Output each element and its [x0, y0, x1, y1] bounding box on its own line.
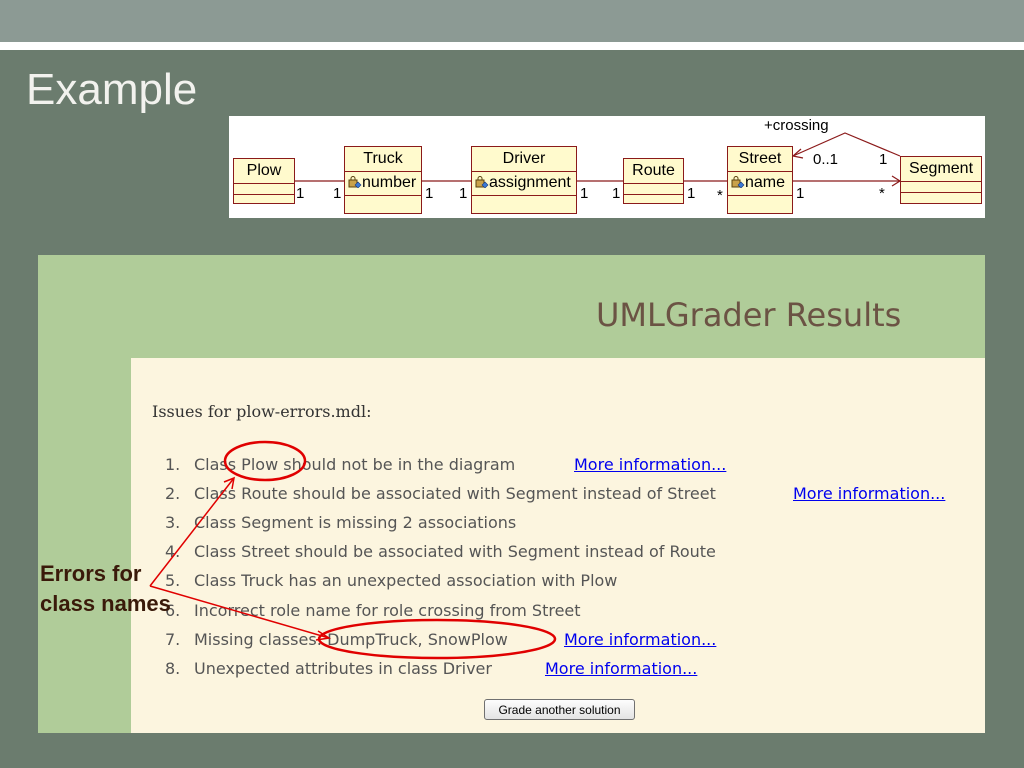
uml-class-plow: Plow: [233, 158, 295, 204]
uml-class-truck: Truck number: [344, 146, 422, 214]
class-name: Plow: [246, 162, 282, 179]
multiplicity-label: *: [879, 185, 885, 202]
multiplicity-label: 0..1: [813, 151, 839, 168]
issue-number: 8.: [165, 659, 181, 678]
issue-item-5: 5. Class Truck has an unexpected associat…: [165, 571, 617, 590]
issue-text: Missing classes: DumpTruck, SnowPlow: [194, 630, 508, 649]
issue-text: Incorrect role name for role crossing fr…: [194, 601, 581, 620]
more-info-link-8[interactable]: More information...: [545, 659, 697, 678]
class-name: Truck: [363, 150, 403, 167]
class-divider: [624, 194, 683, 195]
multiplicity-label: 1: [879, 151, 888, 168]
class-divider: [345, 171, 421, 172]
issue-item-1: 1. Class Plow should not be in the diagra…: [165, 455, 515, 474]
uml-associations: [295, 132, 902, 187]
issue-item-6: 6. Incorrect role name for role crossing …: [165, 601, 581, 620]
class-name: Route: [632, 162, 675, 179]
issue-item-4: 4. Class Street should be associated with…: [165, 542, 716, 561]
grade-another-solution-button[interactable]: Grade another solution: [484, 699, 635, 720]
private-attribute-icon: [475, 176, 489, 188]
role-label: +crossing: [764, 117, 829, 134]
class-divider: [624, 183, 683, 184]
issue-text: Unexpected attributes in class Driver: [194, 659, 492, 678]
private-attribute-icon: [348, 176, 362, 188]
class-divider: [472, 171, 576, 172]
issue-text: Class Segment is missing 2 associations: [194, 513, 517, 532]
issue-item-8: 8. Unexpected attributes in class Driver: [165, 659, 492, 678]
class-divider: [728, 195, 792, 196]
multiplicity-label: 1: [687, 185, 696, 202]
uml-class-street: Street name: [727, 146, 793, 214]
issue-number: 7.: [165, 630, 181, 649]
issue-item-7: 7. Missing classes: DumpTruck, SnowPlow: [165, 630, 508, 649]
multiplicity-label: *: [717, 187, 723, 204]
more-info-link-7[interactable]: More information...: [564, 630, 716, 649]
class-attribute: name: [731, 174, 785, 192]
issue-number: 1.: [165, 455, 181, 474]
class-divider: [728, 171, 792, 172]
uml-class-segment: Segment: [900, 156, 982, 204]
class-divider: [234, 194, 294, 195]
more-info-link-2[interactable]: More information...: [793, 484, 945, 503]
uml-class-diagram: Plow Truck number Driver assignment Rout…: [229, 116, 985, 218]
issues-heading: Issues for plow-errors.mdl:: [152, 402, 372, 421]
class-attribute: number: [348, 174, 416, 192]
issue-text: Class Plow should not be in the diagram: [194, 455, 516, 474]
class-divider: [472, 195, 576, 196]
more-info-link-1[interactable]: More information...: [574, 455, 726, 474]
class-attribute-name: assignment: [489, 174, 571, 191]
issue-text: Class Route should be associated with Se…: [194, 484, 716, 503]
class-divider: [234, 183, 294, 184]
uml-class-route: Route: [623, 158, 684, 204]
private-attribute-icon: [731, 176, 745, 188]
class-name: Street: [738, 150, 782, 167]
results-title: UMLGrader Results: [596, 296, 902, 334]
multiplicity-label: 1: [796, 185, 805, 202]
issue-item-3: 3. Class Segment is missing 2 association…: [165, 513, 516, 532]
slide-top-bar: [0, 0, 1024, 42]
annotation-line-1: Errors for: [40, 561, 142, 586]
class-name: Driver: [502, 150, 546, 167]
class-name: Segment: [908, 160, 974, 177]
annotation-label: Errors for class names: [40, 559, 171, 619]
issue-text: Class Street should be associated with S…: [194, 542, 716, 561]
multiplicity-label: 1: [580, 185, 589, 202]
slide-title: Example: [26, 65, 198, 114]
annotation-line-2: class names: [40, 591, 171, 616]
multiplicity-label: 1: [459, 185, 468, 202]
multiplicity-label: 1: [612, 185, 621, 202]
multiplicity-label: 1: [333, 185, 342, 202]
class-divider: [901, 192, 981, 193]
issue-item-2: 2. Class Route should be associated with …: [165, 484, 716, 503]
issue-text: Class Truck has an unexpected associatio…: [194, 571, 618, 590]
issue-number: 2.: [165, 484, 181, 503]
uml-class-driver: Driver assignment: [471, 146, 577, 214]
issue-number: 3.: [165, 513, 181, 532]
class-attribute: assignment: [475, 174, 571, 192]
multiplicity-label: 1: [425, 185, 434, 202]
class-attribute-name: name: [745, 174, 786, 191]
slide-top-divider: [0, 42, 1024, 50]
class-divider: [901, 181, 981, 182]
class-attribute-name: number: [362, 174, 417, 191]
class-divider: [345, 195, 421, 196]
multiplicity-label: 1: [296, 185, 305, 202]
